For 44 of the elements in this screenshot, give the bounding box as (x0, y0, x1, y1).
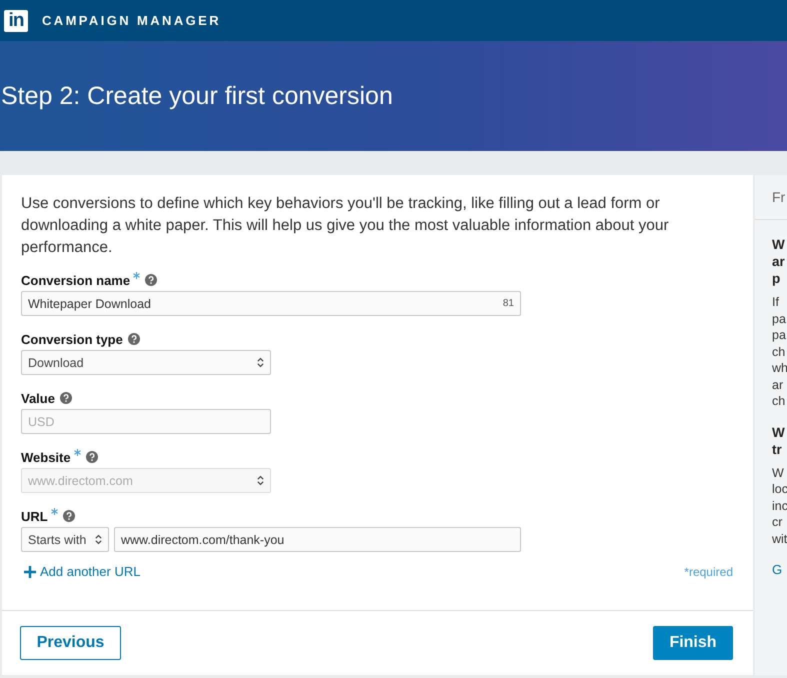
select-field[interactable]: Download (21, 350, 271, 375)
body-text: ch (772, 393, 786, 410)
app-title: CAMPAIGN MANAGER (42, 13, 221, 28)
section-heading: tr (772, 440, 783, 458)
intro-text: Use conversions to define which key behaviors you'll be tracking, like filling out a lead form or downloading a white paper. This will help us give you the most valuable information about your performance. (21, 194, 670, 258)
plus-icon (24, 566, 36, 578)
body-text: If (772, 294, 780, 310)
caret-icon (257, 357, 264, 368)
field-label: Value (21, 390, 55, 406)
field-label: Conversion type (21, 332, 123, 346)
field-label: URL (21, 508, 48, 524)
body-text: wh (772, 360, 787, 376)
required-note: *required (684, 564, 733, 578)
body-text: W (772, 464, 785, 481)
body-text: pa (772, 310, 787, 327)
body-text: cr (772, 514, 784, 530)
panel-link[interactable]: G (772, 562, 782, 577)
help-icon[interactable] (60, 392, 72, 404)
caret-icon (95, 534, 102, 545)
help-icon[interactable] (62, 510, 75, 522)
body-text: ar (772, 376, 784, 393)
help-icon[interactable] (145, 274, 158, 286)
section-heading: ar (772, 253, 786, 270)
logo[interactable]: in (4, 10, 28, 32)
panel-title: Fr (772, 189, 786, 205)
field-label: Conversion name (21, 272, 130, 288)
match-select[interactable]: Starts with (21, 527, 109, 552)
caret-icon (257, 475, 264, 486)
text-field[interactable]: Whitepaper Download 81 (21, 291, 521, 316)
body-text: wit (772, 530, 787, 547)
field-label: Website (21, 450, 71, 464)
page-title: Step 2: Create your first conversion (1, 82, 393, 110)
add-url-link[interactable]: Add another URL (24, 564, 140, 579)
help-icon[interactable] (86, 451, 98, 463)
help-icon[interactable] (128, 333, 140, 345)
finish-button[interactable]: Finish (653, 626, 733, 660)
section-heading: W (772, 424, 786, 440)
body-text: ch (772, 344, 786, 360)
character-counter: 81 (502, 298, 514, 309)
previous-button[interactable]: Previous (20, 626, 121, 660)
body-text: pa (772, 327, 787, 344)
section-heading: p (772, 270, 782, 287)
url-field[interactable]: www.directom.com/thank-you (114, 527, 521, 552)
section-heading: W (772, 236, 786, 253)
